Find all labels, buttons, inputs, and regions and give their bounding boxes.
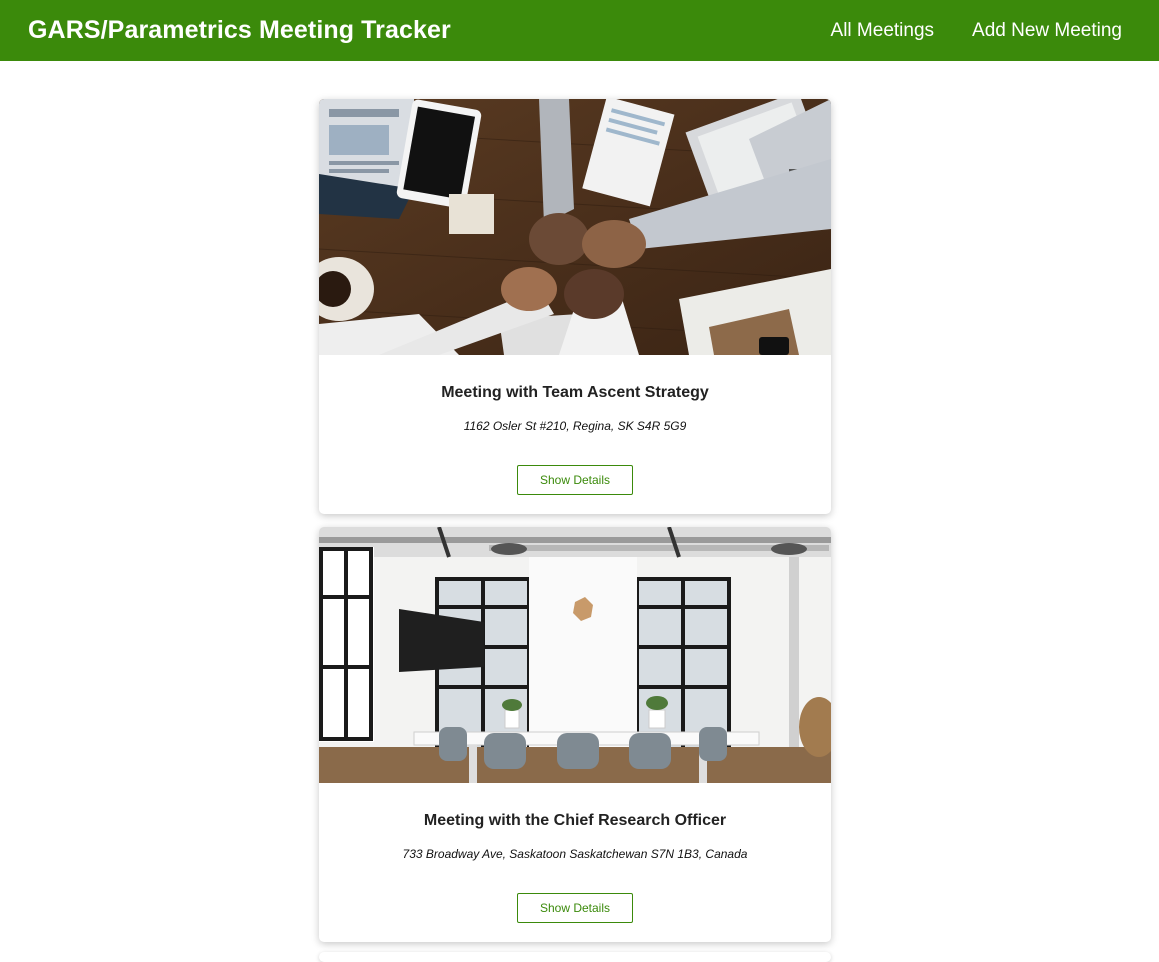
meeting-address: 733 Broadway Ave, Saskatoon Saskatchewan…	[402, 847, 748, 861]
meeting-card-body: Meeting with the Chief Research Officer …	[319, 783, 831, 942]
show-details-button[interactable]: Show Details	[517, 465, 633, 495]
show-details-button[interactable]: Show Details	[517, 893, 633, 923]
nav-add-new-meeting[interactable]: Add New Meeting	[972, 20, 1122, 42]
meeting-title: Meeting with the Chief Research Officer	[423, 812, 727, 829]
meeting-image	[319, 527, 831, 783]
meeting-card: Meeting with the Chief Research Officer …	[319, 527, 831, 942]
meeting-image	[319, 99, 831, 355]
top-navbar: GARS/Parametrics Meeting Tracker All Mee…	[0, 0, 1159, 61]
meeting-card-body: Meeting with Team Ascent Strategy 1162 O…	[319, 355, 831, 514]
nav-all-meetings[interactable]: All Meetings	[831, 20, 935, 42]
app-title[interactable]: GARS/Parametrics Meeting Tracker	[28, 16, 451, 45]
meeting-address: 1162 Osler St #210, Regina, SK S4R 5G9	[463, 419, 687, 433]
meeting-title: Meeting with Team Ascent Strategy	[441, 384, 709, 401]
meeting-card: Meeting with Team Ascent Strategy 1162 O…	[319, 99, 831, 514]
nav-links: All Meetings Add New Meeting	[793, 20, 1122, 42]
